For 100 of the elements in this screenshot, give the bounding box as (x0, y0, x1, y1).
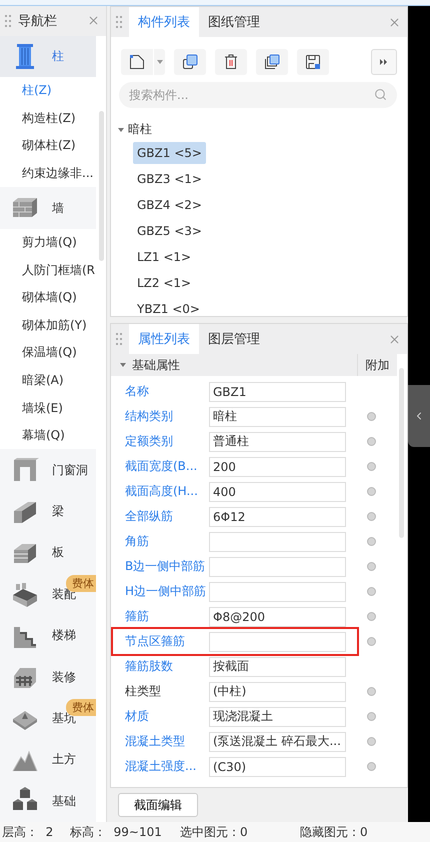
close-icon[interactable] (388, 332, 401, 346)
tree-item[interactable]: GBZ1 <5> (133, 142, 206, 164)
property-value-field[interactable] (209, 556, 346, 577)
layer-copy-button[interactable] (256, 49, 288, 75)
option-radio[interactable] (367, 687, 376, 696)
option-radio[interactable] (367, 412, 376, 422)
property-value-field[interactable]: (泵送混凝土 碎石最大... (209, 732, 346, 752)
category-item[interactable]: 墙 (0, 187, 96, 229)
property-name: 柱类型 (124, 683, 162, 700)
expand-caret-icon[interactable] (117, 126, 125, 134)
subcategory-item[interactable]: 墙垛(E) (0, 394, 96, 422)
scrollbar[interactable] (99, 111, 104, 261)
tree-item[interactable]: YBZ1 <0> (133, 298, 204, 316)
tree-item[interactable]: LZ2 <1> (133, 272, 196, 294)
status-text: 选中图元：0 (180, 824, 249, 840)
option-radio[interactable] (367, 462, 376, 472)
tree-item[interactable]: GBZ5 <3> (133, 220, 206, 242)
category-item[interactable]: 装修 (0, 656, 96, 698)
option-radio[interactable] (367, 562, 376, 572)
subcategory-item[interactable]: 约束边缘非... (0, 160, 96, 188)
category-item[interactable]: 梁 (0, 490, 96, 532)
save-button[interactable] (297, 49, 329, 75)
tree-item[interactable]: GBZ4 <2> (133, 194, 206, 216)
property-value-field[interactable]: (中柱) (209, 682, 346, 702)
property-value-field[interactable]: 暗柱 (209, 406, 346, 427)
property-value-field[interactable]: Φ8@200 (209, 606, 346, 627)
option-radio[interactable] (367, 537, 376, 546)
property-value-field[interactable] (209, 582, 346, 602)
delete-button[interactable] (215, 49, 247, 75)
category-item[interactable]: 门窗洞 (0, 449, 96, 491)
property-value-field[interactable]: (C30) (209, 756, 346, 777)
property-value-field[interactable]: 现浇混凝土 (209, 706, 346, 727)
category-item[interactable]: 楼梯 (0, 615, 96, 656)
subcategory-item[interactable]: 幕墙(Q) (0, 422, 96, 450)
subcategory-item[interactable]: 砌体柱(Z) (0, 132, 96, 160)
property-value-field[interactable]: GBZ1 (209, 382, 346, 402)
option-radio[interactable] (367, 612, 376, 622)
drag-handle-icon[interactable] (115, 332, 123, 346)
tree-item[interactable]: GBZ3 <1> (133, 168, 206, 190)
category-item[interactable]: 柱 (0, 36, 96, 77)
tree-group-label[interactable]: 暗柱 (128, 121, 152, 138)
subcategory-item[interactable]: 砌体墙(Q) (0, 284, 96, 312)
option-radio[interactable] (367, 512, 376, 522)
category-label: 土方 (52, 751, 76, 768)
option-radio[interactable] (367, 712, 376, 722)
panel-tab[interactable]: 属性列表 (129, 324, 199, 354)
section-edit-button[interactable]: 截面编辑 (118, 793, 198, 817)
category-label: 装修 (52, 668, 76, 686)
search-field[interactable]: 搜索构件... (119, 82, 397, 108)
property-value-field[interactable]: 400 (209, 482, 346, 502)
property-name: 箍筋肢数 (124, 658, 174, 676)
property-value-field[interactable]: 200 (209, 456, 346, 477)
subcategory-item[interactable]: 人防门框墙(R (0, 256, 96, 284)
copy-button[interactable] (174, 49, 206, 75)
close-icon[interactable] (87, 14, 100, 28)
panel-tab[interactable]: 构件列表 (129, 7, 199, 37)
subcategory-item[interactable]: 砌体加筋(Y) (0, 312, 96, 340)
option-radio[interactable] (367, 762, 376, 772)
more-button[interactable] (371, 49, 397, 75)
new-file-icon (129, 54, 145, 70)
subcategory-item[interactable]: 剪力墙(Q) (0, 228, 96, 256)
category-item[interactable]: 板 (0, 532, 96, 574)
tree-item[interactable]: LZ1 <1> (133, 246, 196, 268)
scrollbar[interactable] (399, 368, 404, 538)
property-name: 全部纵筋 (124, 508, 174, 526)
category-item[interactable]: 基础 (0, 780, 96, 822)
option-radio[interactable] (367, 637, 376, 646)
expand-caret-icon[interactable] (119, 361, 127, 370)
panel-tab[interactable]: 图纸管理 (199, 7, 269, 37)
column-header: 附加 (357, 354, 397, 376)
option-radio[interactable] (367, 587, 376, 596)
property-name: 混凝土强度... (124, 758, 198, 776)
copy-icon (182, 54, 198, 70)
collapse-tab[interactable] (408, 385, 430, 447)
panel-tab[interactable]: 图层管理 (199, 324, 269, 354)
property-value-field[interactable]: 普通柱 (209, 432, 346, 452)
property-name: 混凝土类型 (124, 733, 186, 750)
new-button[interactable] (121, 49, 165, 75)
close-icon[interactable] (388, 16, 401, 28)
property-name: 名称 (124, 383, 150, 400)
property-value-field[interactable]: 6Φ12 (209, 506, 346, 527)
category-item[interactable]: 土方 (0, 739, 96, 781)
subcategory-item[interactable]: 保温墙(Q) (0, 339, 96, 367)
drag-handle-icon[interactable] (4, 14, 12, 28)
save-icon (305, 54, 321, 70)
property-value-field[interactable] (209, 632, 346, 652)
subcategory-item[interactable]: 构造柱(Z) (0, 104, 96, 132)
drag-handle-icon[interactable] (115, 15, 123, 29)
property-value-field[interactable] (209, 532, 346, 552)
option-radio[interactable] (367, 487, 376, 496)
subcategory-item[interactable]: 暗梁(A) (0, 366, 96, 394)
property-name: 箍筋 (124, 608, 150, 626)
subcategory-item[interactable]: 柱(Z) (0, 76, 96, 105)
status-text: 标高： 99~101 (70, 824, 163, 840)
property-name: 节点区箍筋 (124, 633, 186, 650)
property-name: H边一侧中部筋 (124, 583, 208, 600)
property-value-field[interactable]: 按截面 (209, 656, 346, 677)
option-radio[interactable] (367, 737, 376, 746)
option-radio[interactable] (367, 437, 376, 446)
property-name: 角筋 (124, 533, 150, 550)
